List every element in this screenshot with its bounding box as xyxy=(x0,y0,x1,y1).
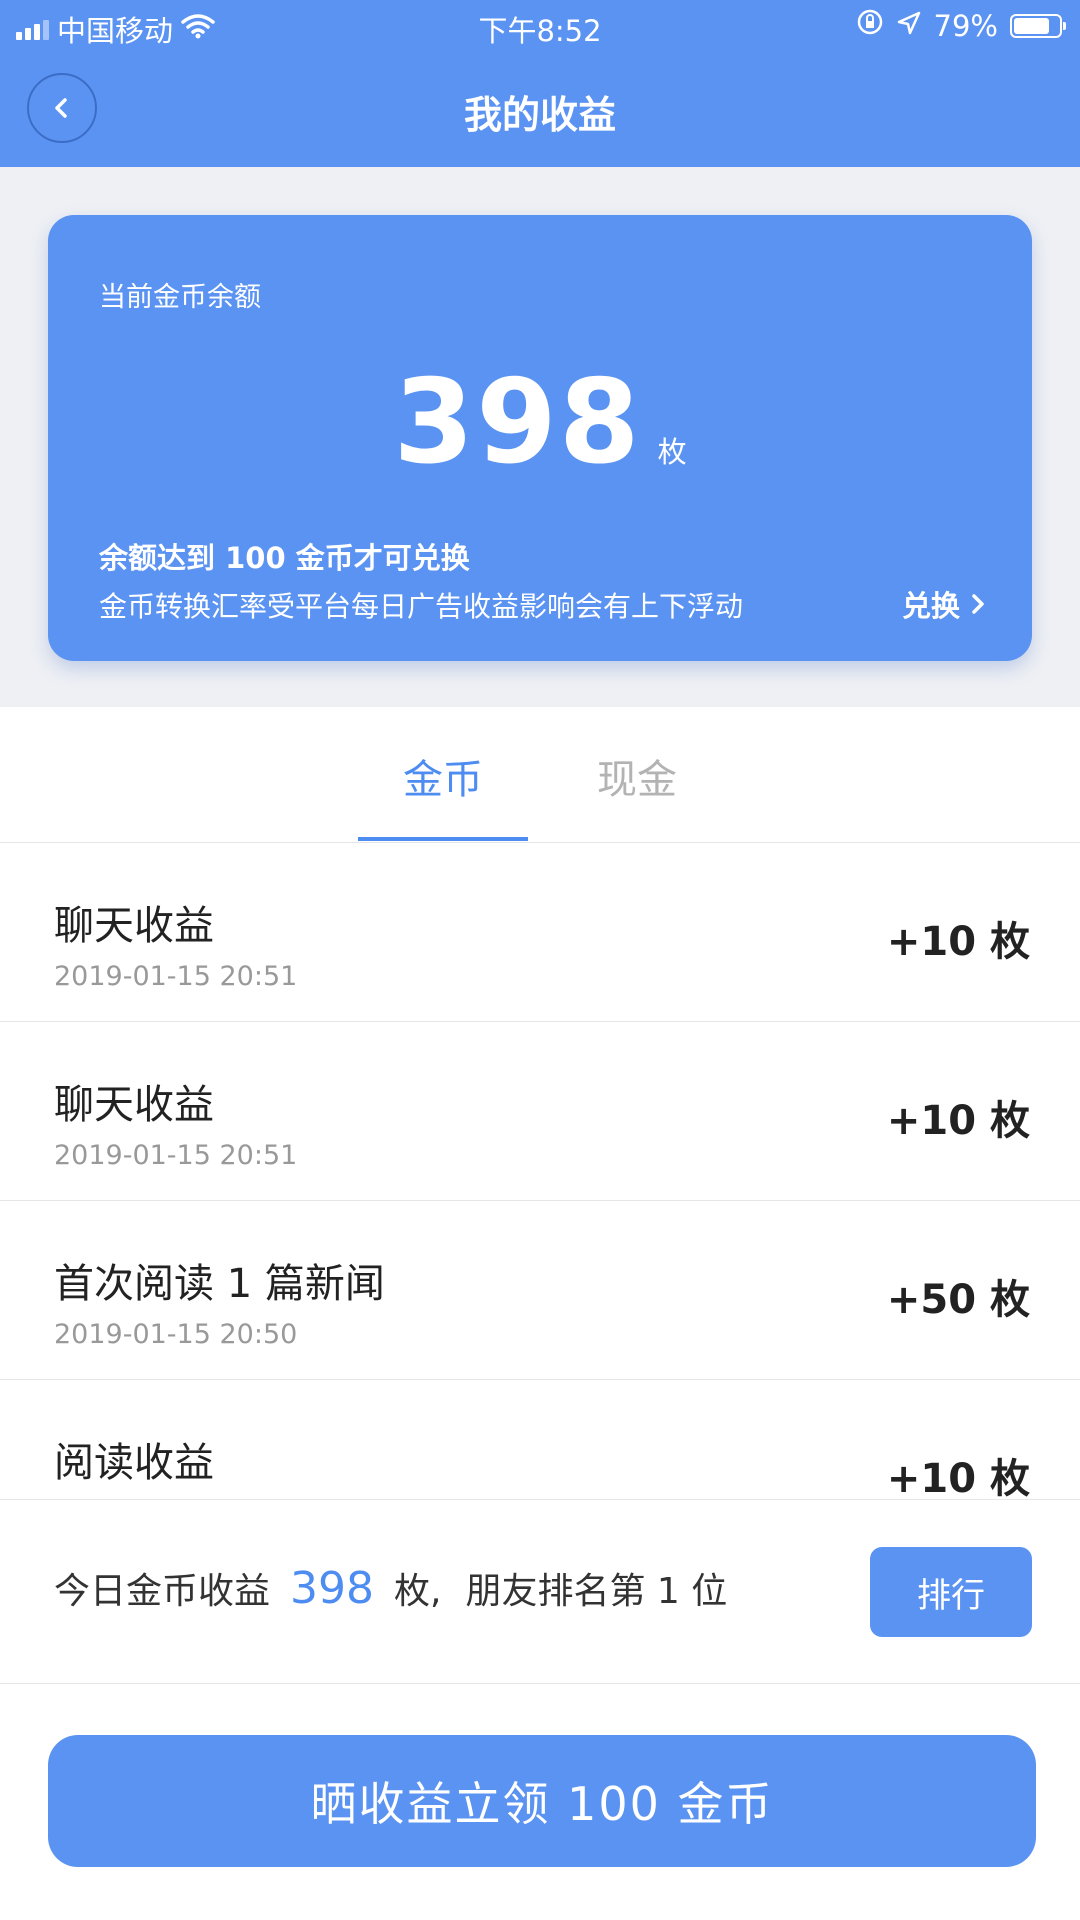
summary-text: 今日金币收益 398 枚, 朋友排名第 1 位 xyxy=(54,1562,727,1614)
list-item[interactable]: 阅读收益 +10 枚 xyxy=(0,1380,1080,1499)
record-time: 2019-01-15 20:51 xyxy=(54,961,298,992)
list-item[interactable]: 聊天收益 2019-01-15 20:51 +10 枚 xyxy=(0,1022,1080,1201)
balance-label: 当前金币余额 xyxy=(99,282,261,313)
record-amount: +10 枚 xyxy=(886,1456,1030,1499)
exchange-rate-note: 金币转换汇率受平台每日广告收益影响会有上下浮动 xyxy=(99,590,744,623)
record-amount: +10 枚 xyxy=(886,1098,1030,1144)
tab-cash[interactable]: 现金 xyxy=(552,747,722,805)
daily-summary: 今日金币收益 398 枚, 朋友排名第 1 位 排行 xyxy=(0,1499,1080,1684)
app-header: 中国移动 下午8:52 79% 我的收益 xyxy=(0,0,1080,167)
summary-prefix: 今日金币收益 xyxy=(54,1571,271,1612)
exchange-label: 兑换 xyxy=(901,589,960,623)
page-title: 我的收益 xyxy=(463,93,616,137)
chevron-right-icon xyxy=(972,594,984,614)
rank-button[interactable]: 排行 xyxy=(870,1547,1032,1637)
record-title: 聊天收益 xyxy=(54,903,214,949)
exchange-link[interactable]: 兑换 xyxy=(902,583,986,625)
location-icon xyxy=(896,9,922,43)
record-amount: +50 枚 xyxy=(886,1277,1030,1323)
tab-gold[interactable]: 金币 xyxy=(358,747,528,805)
active-tab-indicator xyxy=(358,837,528,841)
list-item[interactable]: 首次阅读 1 篇新闻 2019-01-15 20:50 +50 枚 xyxy=(0,1201,1080,1380)
earnings-list[interactable]: 聊天收益 2019-01-15 20:51 +10 枚 聊天收益 2019-01… xyxy=(0,843,1080,1499)
orientation-lock-icon xyxy=(856,8,884,43)
balance-section: 当前金币余额 398 枚 余额达到 100 金币才可兑换 金币转换汇率受平台每日广… xyxy=(0,167,1080,707)
battery-fill xyxy=(1014,17,1049,34)
friend-rank-text: 朋友排名第 1 位 xyxy=(465,1571,728,1612)
battery-icon xyxy=(1010,13,1066,38)
battery-text: 79% xyxy=(933,8,998,43)
tab-bar: 金币 现金 xyxy=(0,707,1080,843)
balance-value: 398 xyxy=(393,355,642,490)
record-title: 首次阅读 1 篇新闻 xyxy=(54,1261,385,1307)
share-earnings-button[interactable]: 晒收益立领 100 金币 xyxy=(48,1735,1036,1867)
record-time: 2019-01-15 20:51 xyxy=(54,1140,298,1171)
balance-row: 398 枚 xyxy=(48,355,1032,490)
balance-card: 当前金币余额 398 枚 余额达到 100 金币才可兑换 金币转换汇率受平台每日广… xyxy=(48,215,1032,661)
summary-value: 398 xyxy=(290,1563,374,1614)
record-title: 聊天收益 xyxy=(54,1082,214,1128)
status-right: 79% xyxy=(856,8,1066,43)
record-time: 2019-01-15 20:50 xyxy=(54,1319,298,1350)
status-bar: 中国移动 下午8:52 79% xyxy=(0,0,1080,56)
balance-unit: 枚 xyxy=(657,435,687,469)
list-item[interactable]: 聊天收益 2019-01-15 20:51 +10 枚 xyxy=(0,843,1080,1022)
record-amount: +10 枚 xyxy=(886,919,1030,965)
exchange-threshold-note: 余额达到 100 金币才可兑换 xyxy=(99,541,470,575)
summary-unit: 枚, xyxy=(394,1571,442,1612)
record-title: 阅读收益 xyxy=(54,1440,214,1486)
